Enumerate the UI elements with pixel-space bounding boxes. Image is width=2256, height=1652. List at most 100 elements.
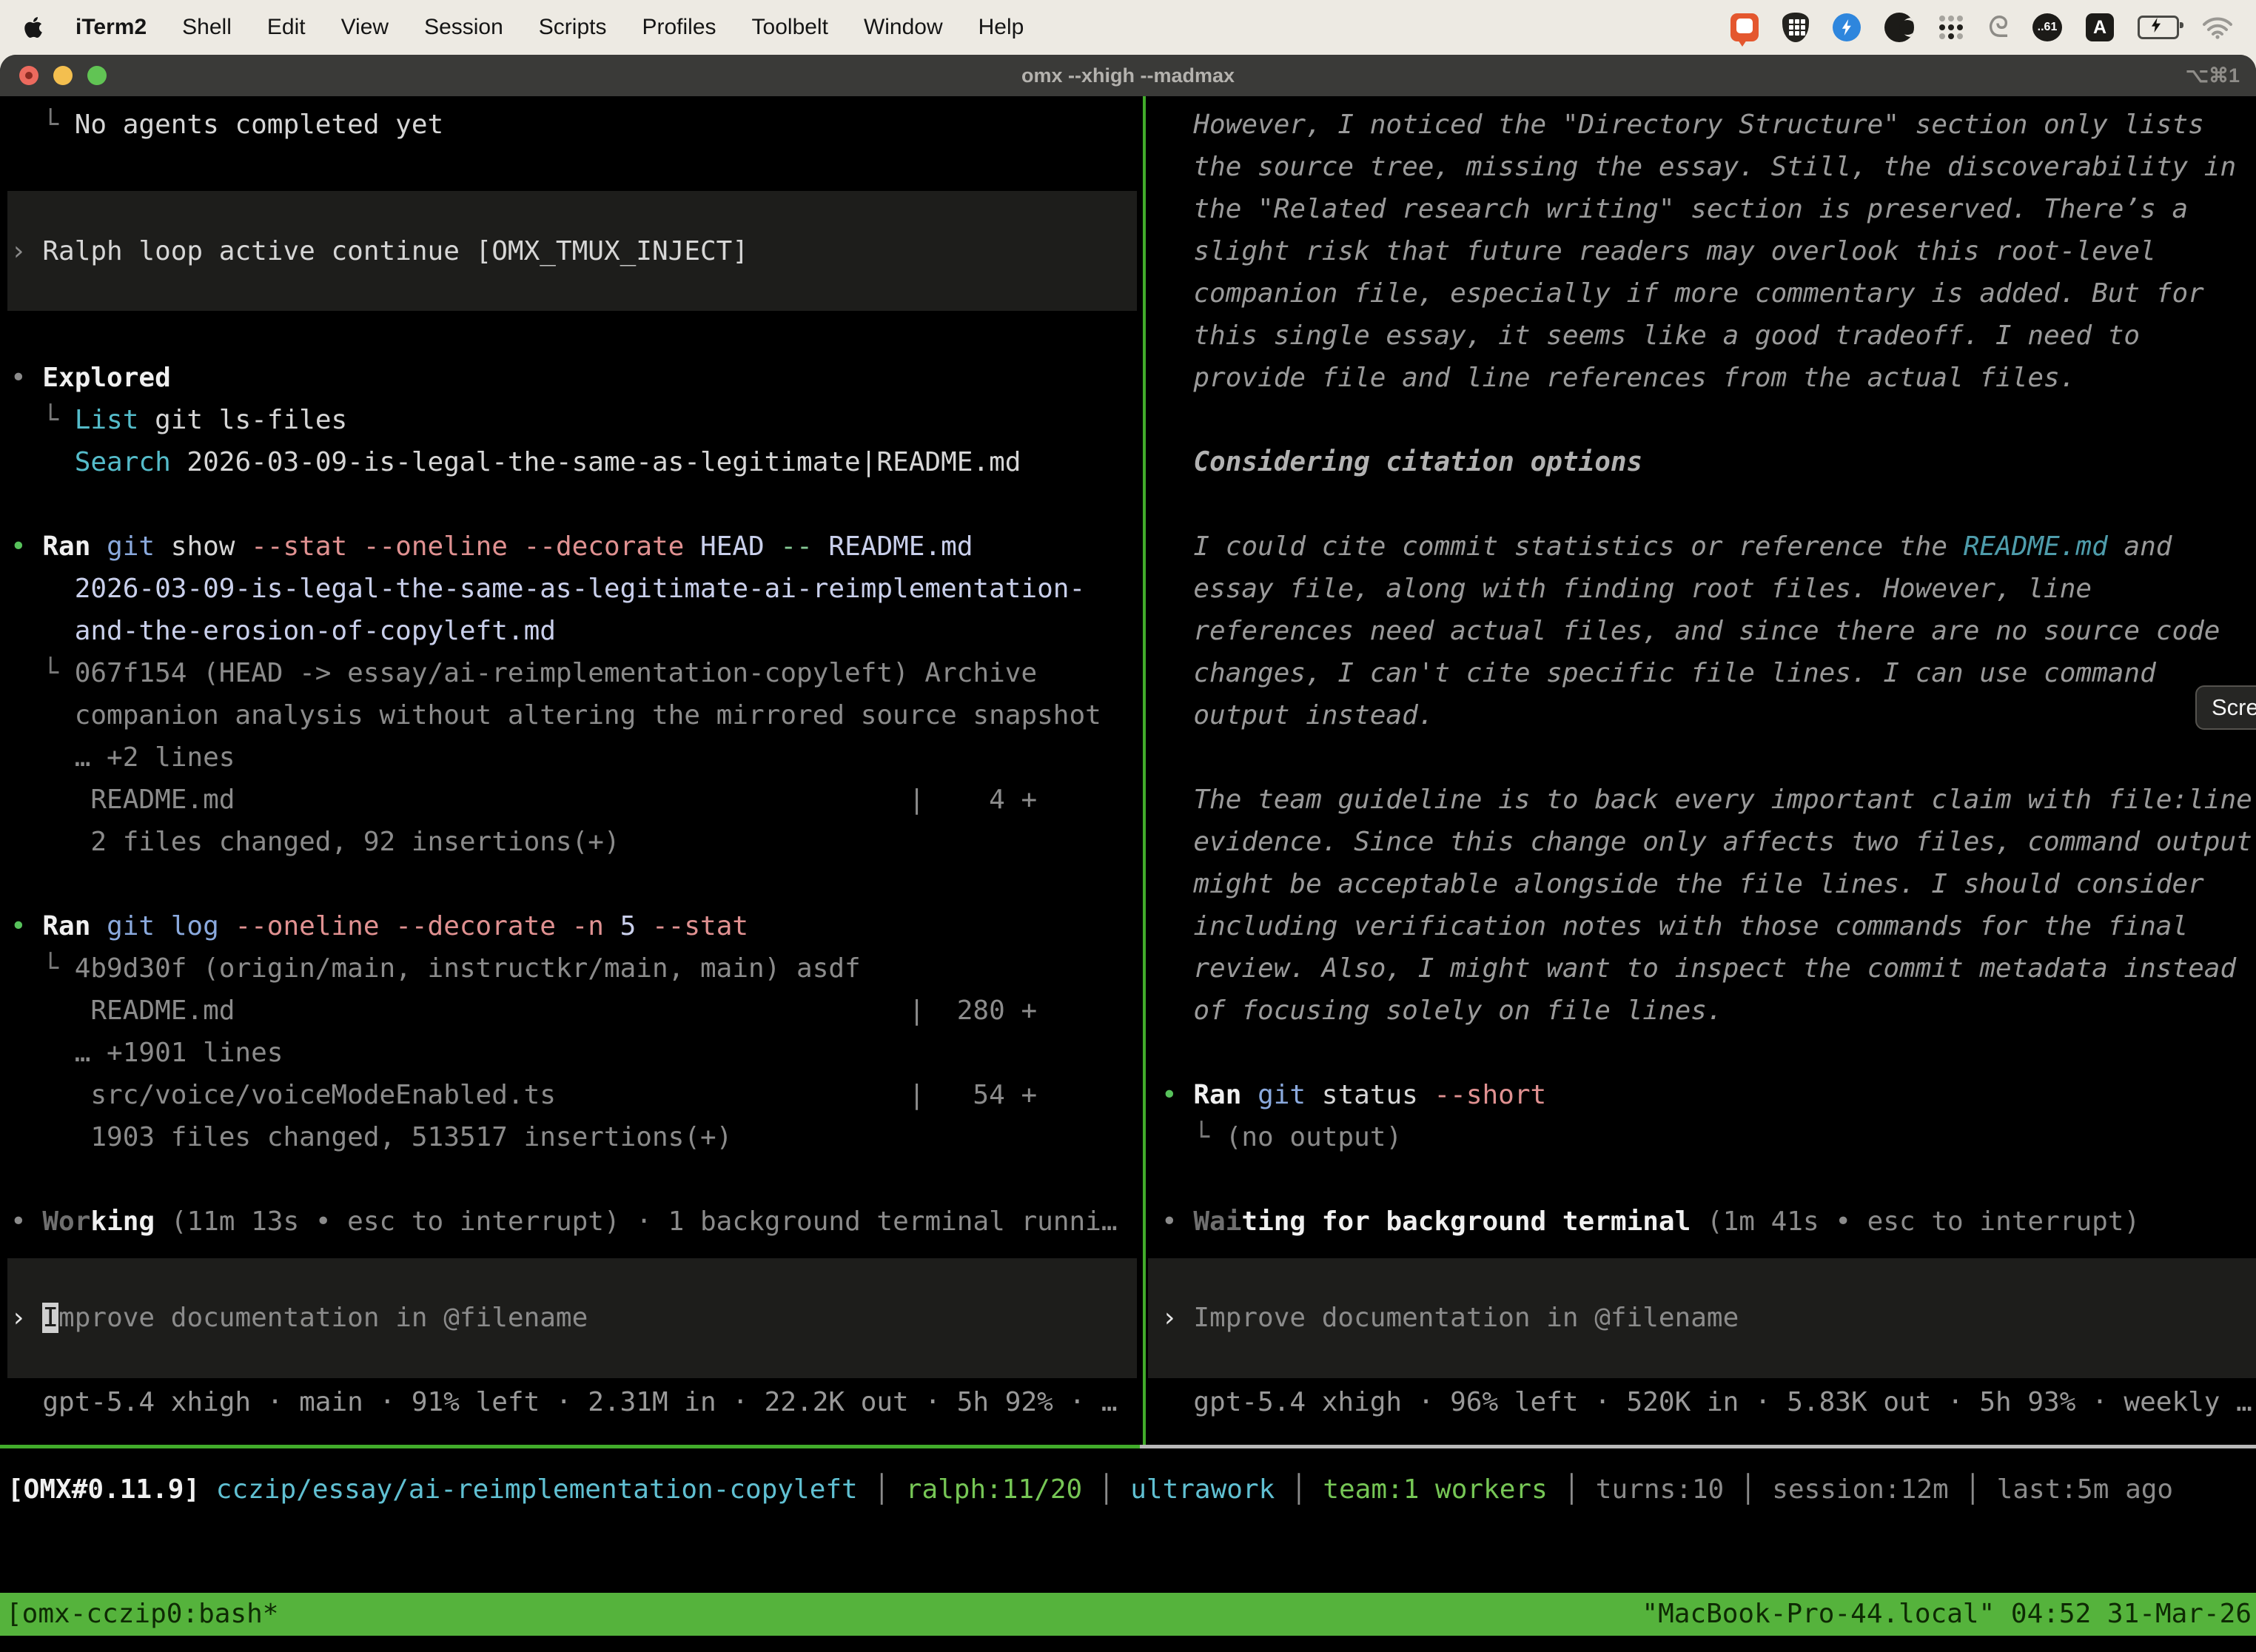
usage-badge-icon[interactable]: ..61 <box>2032 13 2062 41</box>
term-line <box>10 272 1140 315</box>
term-segment: Ran <box>42 531 107 562</box>
term-segment: this single essay, it seems like a good … <box>1161 320 2140 351</box>
menu-item-window[interactable]: Window <box>864 15 943 40</box>
term-line <box>10 483 1140 526</box>
term-segment: cczip/essay/ai-reimplementation-copyleft <box>216 1474 858 1505</box>
charging-bolt-icon <box>2150 18 2162 33</box>
omx-status-line: [OMX#0.11.9] cczip/essay/ai-reimplementa… <box>7 1468 2250 1511</box>
terminal-pane-left[interactable]: └ No agents completed yet › Ralph loop a… <box>0 96 1140 1445</box>
term-segment: │ <box>1949 1474 1997 1505</box>
term-segment: │ <box>1548 1474 1596 1505</box>
left-prompt-input[interactable]: › Improve documentation in @filename <box>0 1297 1150 1339</box>
term-segment: last:5m ago <box>1997 1474 2173 1505</box>
term-segment: git <box>107 531 171 562</box>
term-segment: ultrawork <box>1130 1474 1275 1505</box>
term-segment: However, I noticed the "Directory Struct… <box>1161 110 2204 140</box>
term-line <box>10 863 1140 905</box>
menu-item-profiles[interactable]: Profiles <box>642 15 716 40</box>
term-segment: --short <box>1434 1080 1546 1110</box>
window-title-bar[interactable]: omx --xhigh --madmax ⌥⌘1 <box>0 55 2256 96</box>
term-line: gpt-5.4 xhigh · main · 91% left · 2.31M … <box>10 1381 1150 1423</box>
menu-item-help[interactable]: Help <box>978 15 1024 40</box>
term-segment: • <box>10 531 42 562</box>
term-segment: • <box>10 1206 42 1237</box>
term-segment: Ralph loop active continue [OMX_TMUX_INJ… <box>42 236 748 266</box>
term-segment: companion analysis without altering the … <box>10 700 1101 731</box>
menu-item-view[interactable]: View <box>341 15 389 40</box>
term-segment: Ran <box>1193 1080 1258 1110</box>
term-segment: and-the-erosion-of-copyleft.md <box>10 616 556 646</box>
a-app-icon[interactable]: A <box>2086 13 2114 41</box>
term-segment: essay file, along with finding root file… <box>1161 574 2092 604</box>
terminal-pane-right[interactable]: However, I noticed the "Directory Struct… <box>1151 96 2256 1445</box>
term-segment: README.md | 4 + <box>10 785 1037 815</box>
chat-app-icon[interactable] <box>1730 13 1759 41</box>
term-segment: Considering citation options <box>1161 447 1642 477</box>
term-line: of focusing solely on file lines. <box>1161 990 2256 1032</box>
term-line: I could cite commit statistics or refere… <box>1161 526 2256 568</box>
term-segment: Search <box>75 447 187 477</box>
term-segment: review. Also, I might want to inspect th… <box>1161 953 2236 984</box>
term-segment: List <box>75 405 155 435</box>
term-line: essay file, along with finding root file… <box>1161 568 2256 610</box>
term-segment: might be acceptable alongside the file l… <box>1161 869 2204 899</box>
term-segment: companion file, especially if more comme… <box>1161 278 2204 309</box>
term-line: output instead. <box>1161 694 2256 736</box>
term-line: README.md | 4 + <box>10 779 1140 821</box>
menu-status-icons: ᘓ ..61 A <box>1730 13 2232 42</box>
term-segment: • <box>10 911 42 941</box>
term-segment: Improve documentation in @filename <box>1193 1303 1739 1333</box>
menu-item-shell[interactable]: Shell <box>182 15 232 40</box>
term-segment: gpt-5.4 xhigh · main · 91% left · 2.31M … <box>10 1387 1118 1417</box>
term-segment: • <box>1161 1206 1193 1237</box>
term-segment: 4b9d30f (origin/main, instructkr/main, m… <box>75 953 861 984</box>
term-line <box>10 146 1140 188</box>
battery-icon[interactable] <box>2138 16 2179 39</box>
screen-share-button-label: Scre <box>2212 694 2256 721</box>
term-segment: … +1901 lines <box>10 1038 283 1068</box>
squiggle-icon[interactable]: ᘓ <box>1988 13 2009 42</box>
menu-item-toolbelt[interactable]: Toolbelt <box>752 15 828 40</box>
term-line <box>1161 483 2256 526</box>
term-segment: › <box>10 236 42 266</box>
term-segment: 2026-03-09-is-legal-the-same-as-legitima… <box>187 447 1021 477</box>
term-segment: • <box>1161 1080 1193 1110</box>
term-line: 2026-03-09-is-legal-the-same-as-legitima… <box>10 568 1140 610</box>
term-line: 2 files changed, 92 insertions(+) <box>10 821 1140 863</box>
term-line: slight risk that future readers may over… <box>1161 230 2256 272</box>
shield-grid-icon[interactable] <box>1782 13 1809 42</box>
menu-item-session[interactable]: Session <box>424 15 503 40</box>
term-segment <box>200 1474 216 1505</box>
term-line: gpt-5.4 xhigh · 96% left · 520K in · 5.8… <box>1161 1381 2256 1423</box>
apple-menu-icon[interactable] <box>24 15 46 40</box>
right-prompt-input[interactable]: › Improve documentation in @filename <box>1151 1297 2256 1339</box>
term-segment: 5 <box>620 911 652 941</box>
term-segment: README.md <box>828 531 973 562</box>
term-segment: status <box>1322 1080 1434 1110</box>
term-segment: README.md | 280 + <box>10 995 1037 1026</box>
menu-app-name[interactable]: iTerm2 <box>75 15 147 40</box>
left-model-status-line: gpt-5.4 xhigh · main · 91% left · 2.31M … <box>0 1381 1150 1423</box>
dark-crescent-icon[interactable] <box>1884 13 1914 42</box>
term-segment: 1903 files changed, 513517 insertions(+) <box>10 1122 732 1152</box>
term-segment: git log <box>107 911 235 941</box>
term-line <box>10 188 1140 230</box>
screen-share-button[interactable]: Scre <box>2195 685 2256 730</box>
term-line <box>1161 1032 2256 1074</box>
term-segment: … +2 lines <box>10 742 235 773</box>
term-line: 1903 files changed, 513517 insertions(+) <box>10 1116 1140 1158</box>
term-segment: No agents completed yet <box>75 110 444 140</box>
term-line: └ No agents completed yet <box>10 104 1140 146</box>
blue-badge-icon[interactable] <box>1833 13 1861 41</box>
term-segment: Ran <box>42 911 107 941</box>
dots-grid-icon[interactable] <box>1938 14 1964 41</box>
wifi-icon[interactable] <box>2203 16 2232 39</box>
menu-item-edit[interactable]: Edit <box>267 15 306 40</box>
term-segment: │ <box>1724 1474 1772 1505</box>
term-segment: session:12m <box>1772 1474 1948 1505</box>
pane-divider-horizontal-left <box>0 1445 1140 1448</box>
pane-divider-vertical[interactable] <box>1143 96 1146 1448</box>
term-line: › Improve documentation in @filename <box>1161 1297 2256 1339</box>
term-segment: of focusing solely on file lines. <box>1161 995 1723 1026</box>
menu-item-scripts[interactable]: Scripts <box>539 15 607 40</box>
